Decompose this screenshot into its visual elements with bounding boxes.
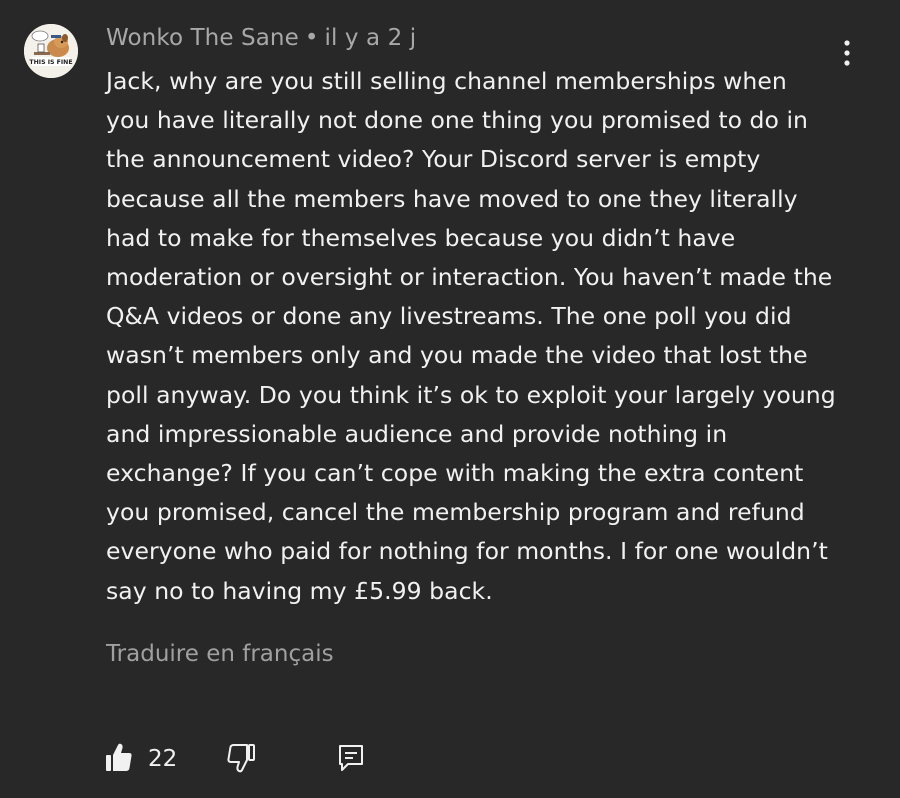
comment-actions: 22 <box>0 740 900 784</box>
dislike-button[interactable] <box>226 742 260 778</box>
separator-dot: • <box>304 25 319 51</box>
reply-button[interactable] <box>336 742 370 778</box>
avatar-caption: THIS IS FINE <box>29 59 72 66</box>
reply-icon <box>339 745 363 771</box>
like-count: 22 <box>148 746 178 772</box>
avatar[interactable]: THIS IS FINE <box>24 24 78 78</box>
this-is-fine-dog-icon: THIS IS FINE <box>24 24 78 78</box>
author-name[interactable]: Wonko The Sane <box>106 25 299 51</box>
comment-header: Wonko The Sane • il y a 2 j <box>106 25 416 51</box>
translate-link[interactable]: Traduire en français <box>106 641 334 667</box>
thumbs-down-icon <box>227 744 255 773</box>
comment-timestamp[interactable]: il y a 2 j <box>325 25 417 51</box>
more-vertical-icon <box>844 40 850 66</box>
like-button[interactable] <box>104 742 138 778</box>
comment-body: Jack, why are you still selling channel … <box>106 67 836 605</box>
thumbs-up-icon <box>106 743 132 771</box>
